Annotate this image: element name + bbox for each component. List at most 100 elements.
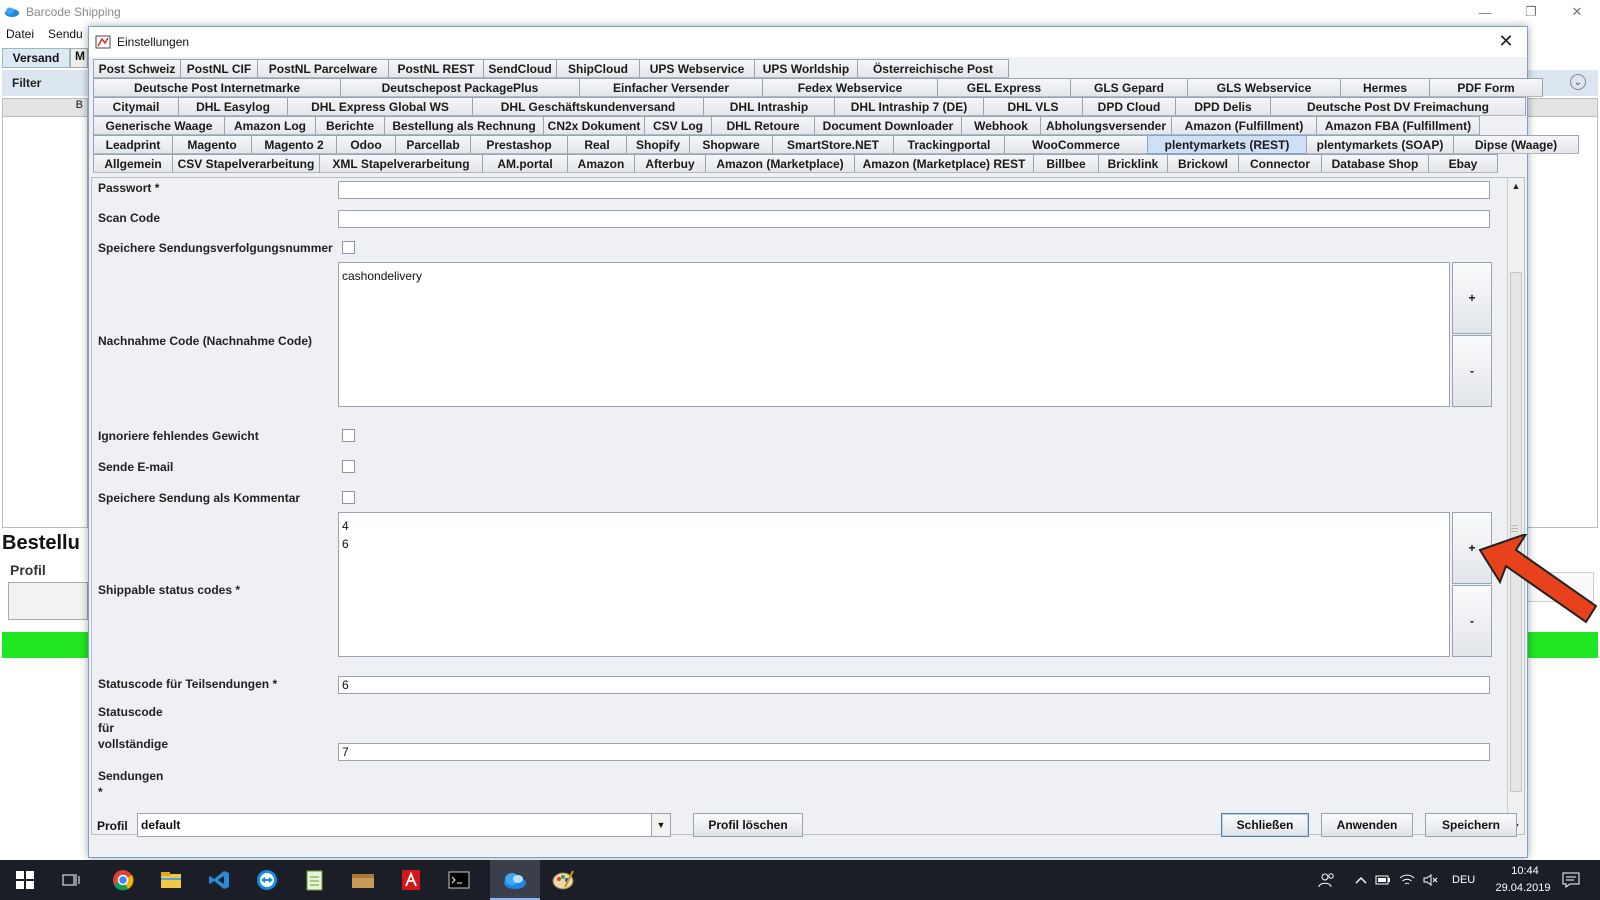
teilsendungen-input[interactable]: 6 — [338, 676, 1490, 694]
tab-generische-waage[interactable]: Generische Waage — [93, 116, 225, 135]
tab-trackingportal[interactable]: Trackingportal — [893, 135, 1005, 154]
tab-real[interactable]: Real — [567, 135, 627, 154]
tab-am-portal[interactable]: AM.portal — [482, 154, 568, 173]
notification-icon[interactable] — [1556, 866, 1586, 894]
tab-afterbuy[interactable]: Afterbuy — [634, 154, 706, 173]
menu-datei[interactable]: Datei — [6, 27, 34, 41]
chevron-down-icon[interactable]: ⌄ — [1570, 74, 1586, 90]
tab-cn2x-dokument[interactable]: CN2x Dokument — [543, 116, 645, 135]
content-scrollbar[interactable]: ▲ ——— ▼ — [1507, 178, 1524, 834]
filter-label[interactable]: Filter — [12, 76, 41, 90]
tab-database-shop[interactable]: Database Shop — [1321, 154, 1429, 173]
anwenden-button[interactable]: Anwenden — [1321, 813, 1413, 837]
teamviewer-icon[interactable] — [252, 866, 282, 894]
tab-woocommerce[interactable]: WooCommerce — [1004, 135, 1148, 154]
barcode-shipping-icon[interactable] — [500, 866, 530, 894]
restore-icon[interactable]: ❐ — [1508, 0, 1554, 24]
tab-postnl-parcelware[interactable]: PostNL Parcelware — [257, 59, 389, 78]
close-icon[interactable]: ✕ — [1554, 0, 1600, 24]
tab-smartstore-net[interactable]: SmartStore.NET — [772, 135, 894, 154]
tab-pdf-form[interactable]: PDF Form — [1429, 78, 1543, 97]
passwort-input[interactable] — [338, 181, 1490, 199]
tab-amazon-log[interactable]: Amazon Log — [224, 116, 316, 135]
tab-plentymarkets-soap[interactable]: plentymarkets (SOAP) — [1306, 135, 1454, 154]
tab-webhook[interactable]: Webhook — [961, 116, 1041, 135]
tab-dhl-geschäftskundenversand[interactable]: DHL Geschäftskundenversand — [472, 97, 704, 116]
tab-dhl-intraship[interactable]: DHL Intraship — [703, 97, 835, 116]
tab-deutsche-post-internetmarke[interactable]: Deutsche Post Internetmarke — [93, 78, 341, 97]
tab-magento-2[interactable]: Magento 2 — [251, 135, 337, 154]
language-indicator[interactable]: DEU — [1452, 874, 1475, 886]
speichere-svn-checkbox[interactable] — [342, 241, 355, 254]
tab-dhl-vls[interactable]: DHL VLS — [983, 97, 1083, 116]
tab-postnl-rest[interactable]: PostNL REST — [388, 59, 484, 78]
tab-österreichische-post[interactable]: Österreichische Post — [857, 59, 1009, 78]
tab-parcellab[interactable]: Parcellab — [395, 135, 471, 154]
tab-deutschepost-packageplus[interactable]: Deutschepost PackagePlus — [340, 78, 580, 97]
tab-gls-webservice[interactable]: GLS Webservice — [1187, 78, 1341, 97]
tab-magento[interactable]: Magento — [172, 135, 252, 154]
paint-icon[interactable] — [548, 866, 578, 894]
scan-code-input[interactable] — [338, 210, 1490, 228]
tab-csv-log[interactable]: CSV Log — [644, 116, 712, 135]
tab-sendcloud[interactable]: SendCloud — [483, 59, 557, 78]
shippable-textarea[interactable]: 4 6 — [338, 512, 1450, 657]
tab-berichte[interactable]: Berichte — [315, 116, 385, 135]
tab-amazon-fulfillment[interactable]: Amazon (Fulfillment) — [1171, 116, 1317, 135]
file-explorer-icon[interactable] — [156, 866, 186, 894]
tab-odoo[interactable]: Odoo — [336, 135, 396, 154]
tab-dhl-retoure[interactable]: DHL Retoure — [711, 116, 815, 135]
speichern-button[interactable]: Speichern — [1425, 813, 1517, 837]
tab-versand[interactable]: Versand — [2, 48, 70, 68]
tab-m[interactable]: M — [70, 48, 88, 68]
task-view-icon[interactable] — [56, 866, 86, 894]
tab-fedex-webservice[interactable]: Fedex Webservice — [762, 78, 938, 97]
profil-box[interactable] — [8, 582, 88, 620]
tab-shipcloud[interactable]: ShipCloud — [556, 59, 640, 78]
people-icon[interactable] — [1312, 866, 1342, 894]
notepad-icon[interactable] — [300, 866, 330, 894]
tab-plentymarkets-rest[interactable]: plentymarkets (REST) — [1147, 135, 1307, 154]
tab-xml-stapelverarbeitung[interactable]: XML Stapelverarbeitung — [319, 154, 483, 173]
tab-allgemein[interactable]: Allgemein — [93, 154, 173, 173]
nachnahme-add-button[interactable]: + — [1452, 262, 1492, 334]
vscode-icon[interactable] — [204, 866, 234, 894]
tab-amazon-fba-fulfillment[interactable]: Amazon FBA (Fulfillment) — [1316, 116, 1480, 135]
tab-dhl-easylog[interactable]: DHL Easylog — [178, 97, 288, 116]
tab-ups-worldship[interactable]: UPS Worldship — [754, 59, 858, 78]
terminal-icon[interactable] — [444, 866, 474, 894]
tab-document-downloader[interactable]: Document Downloader — [814, 116, 962, 135]
scroll-up-icon[interactable]: ▲ — [1508, 178, 1524, 194]
tab-dpd-delis[interactable]: DPD Delis — [1175, 97, 1271, 116]
nachnahme-remove-button[interactable]: - — [1452, 335, 1492, 407]
tab-amazon-marketplace-rest[interactable]: Amazon (Marketplace) REST — [854, 154, 1034, 173]
tab-gel-express[interactable]: GEL Express — [937, 78, 1071, 97]
tab-dhl-express-global-ws[interactable]: DHL Express Global WS — [287, 97, 473, 116]
tab-amazon[interactable]: Amazon — [567, 154, 635, 173]
schliessen-button[interactable]: Schließen — [1221, 813, 1309, 837]
tab-dpd-cloud[interactable]: DPD Cloud — [1082, 97, 1176, 116]
sende-email-checkbox[interactable] — [342, 460, 355, 473]
tab-dhl-intraship-7-de[interactable]: DHL Intraship 7 (DE) — [834, 97, 984, 116]
ignoriere-checkbox[interactable] — [342, 429, 355, 442]
tab-billbee[interactable]: Billbee — [1033, 154, 1099, 173]
minimize-icon[interactable]: — — [1462, 0, 1508, 24]
tab-gls-gepard[interactable]: GLS Gepard — [1070, 78, 1188, 97]
tab-ebay[interactable]: Ebay — [1428, 154, 1498, 173]
acrobat-icon[interactable] — [396, 866, 426, 894]
kommentar-checkbox[interactable] — [342, 491, 355, 504]
tab-prestashop[interactable]: Prestashop — [470, 135, 568, 154]
chevron-down-icon[interactable]: ▼ — [651, 814, 670, 836]
tab-leadprint[interactable]: Leadprint — [93, 135, 173, 154]
clock-date[interactable]: 29.04.2019 — [1488, 882, 1558, 894]
windows-start-icon[interactable] — [10, 866, 40, 894]
tab-ups-webservice[interactable]: UPS Webservice — [639, 59, 755, 78]
tab-deutsche-post-dv-freimachung[interactable]: Deutsche Post DV Freimachung — [1270, 97, 1526, 116]
tab-citymail[interactable]: Citymail — [93, 97, 179, 116]
menu-sendungen[interactable]: Sendu — [48, 27, 83, 41]
tab-amazon-marketplace[interactable]: Amazon (Marketplace) — [705, 154, 855, 173]
volume-mute-icon[interactable] — [1416, 866, 1446, 894]
dialog-close-icon[interactable]: ✕ — [1495, 31, 1517, 52]
clock-time[interactable]: 10:44 — [1500, 865, 1550, 877]
tab-abholungsversender[interactable]: Abholungsversender — [1040, 116, 1172, 135]
